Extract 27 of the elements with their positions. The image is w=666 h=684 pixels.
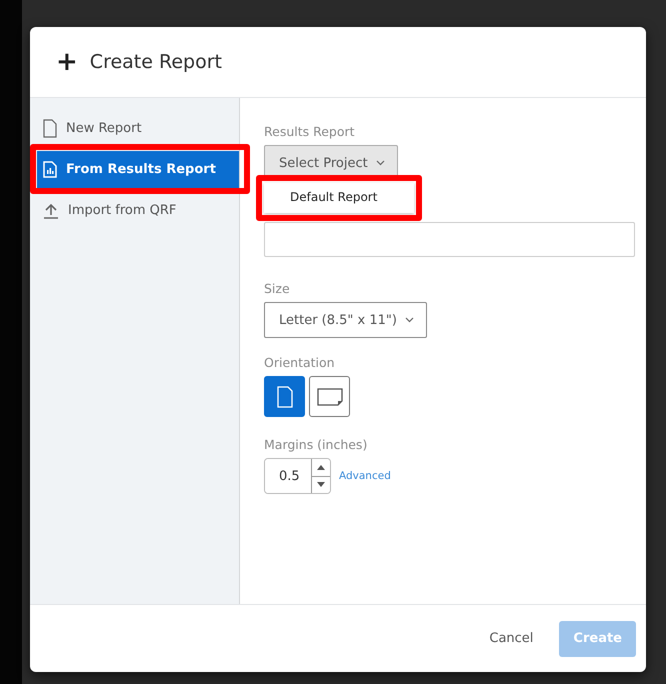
advanced-link[interactable]: Advanced [339,470,391,482]
margins-spinner[interactable]: 0.5 [264,458,331,494]
orientation-button[interactable] [309,376,350,417]
landscape-page-icon [316,388,342,406]
orientation-button[interactable] [264,376,305,417]
upload-icon [43,202,59,218]
chart-icon [43,161,57,178]
input-field[interactable] [264,222,635,257]
chevron-down-icon [376,160,385,166]
portrait-page-icon [276,386,292,408]
plus-icon: + [56,49,78,75]
decrement-button[interactable] [312,476,330,493]
sidebar-item[interactable]: Import from QRF [37,192,239,229]
sidebar-item[interactable]: New Report [37,110,239,147]
size-dropdown[interactable]: Letter (8.5" x 11") [264,302,427,338]
sidebar-item[interactable]: From Results Report [37,151,239,188]
down-triangle-icon [317,482,325,488]
chevron-down-icon [404,317,414,323]
menu-option[interactable]: Default Report [264,187,414,207]
up-triangle-icon [317,464,325,470]
field-label: Results Report [264,124,356,139]
field-label: Orientation [264,355,336,370]
document-icon [43,119,57,138]
dialog-title: Create Report [90,51,222,73]
field-label: Size [264,281,291,296]
field-label: Margins (inches) [264,437,368,452]
cancel-button[interactable]: Cancel [475,620,548,656]
